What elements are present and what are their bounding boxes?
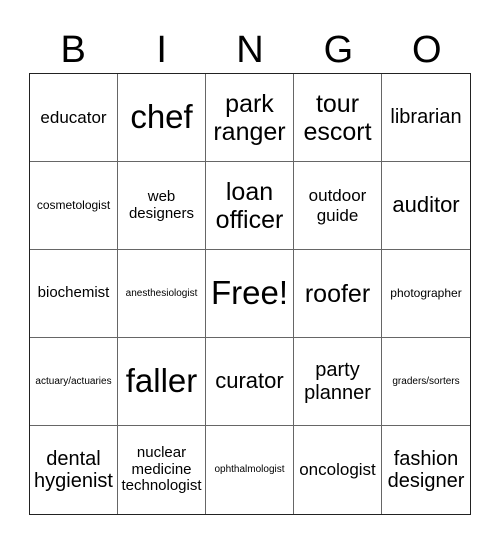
bingo-cell[interactable]: educator — [30, 74, 118, 162]
bingo-cell[interactable]: anesthesiologist — [118, 250, 206, 338]
cell-label: roofer — [304, 279, 371, 308]
cell-label: faller — [125, 362, 198, 400]
bingo-cell[interactable]: fashion designer — [382, 426, 470, 514]
bingo-cell[interactable]: dental hygienist — [30, 426, 118, 514]
bingo-cell[interactable]: faller — [118, 338, 206, 426]
bingo-cell[interactable]: ophthalmologist — [206, 426, 294, 514]
bingo-cell[interactable]: nuclear medicine technologist — [118, 426, 206, 514]
bingo-cell[interactable]: auditor — [382, 162, 470, 250]
free-space-label: Free! — [210, 274, 289, 312]
cell-label: outdoor guide — [308, 186, 367, 225]
cell-label: auditor — [392, 192, 460, 218]
cell-label: fashion designer — [387, 447, 465, 492]
cell-label: nuclear medicine technologist — [121, 443, 202, 495]
cell-label: ophthalmologist — [214, 464, 285, 476]
header-letter-n: N — [236, 29, 264, 71]
cell-label: graders/sorters — [392, 375, 460, 387]
cell-label: oncologist — [299, 460, 376, 480]
cell-label: web designers — [128, 187, 195, 222]
bingo-cell[interactable]: actuary/actuaries — [30, 338, 118, 426]
cell-label: photographer — [390, 285, 462, 300]
bingo-cell[interactable]: party planner — [294, 338, 382, 426]
cell-label: park ranger — [213, 89, 286, 146]
cell-label: anesthesiologist — [125, 287, 198, 299]
cell-label: party planner — [304, 359, 371, 404]
cell-label: educator — [40, 107, 107, 127]
cell-label: cosmetologist — [36, 197, 111, 212]
bingo-cell[interactable]: cosmetologist — [30, 162, 118, 250]
bingo-cell[interactable]: roofer — [294, 250, 382, 338]
cell-label: dental hygienist — [34, 447, 113, 492]
bingo-header: B I N G O — [29, 28, 471, 72]
bingo-cell[interactable]: librarian — [382, 74, 470, 162]
cell-label: actuary/actuaries — [35, 375, 112, 387]
bingo-cell[interactable]: oncologist — [294, 426, 382, 514]
cell-label: curator — [215, 368, 284, 394]
bingo-cell[interactable]: park ranger — [206, 74, 294, 162]
bingo-cell[interactable]: biochemist — [30, 250, 118, 338]
bingo-cell[interactable]: curator — [206, 338, 294, 426]
cell-label: tour escort — [303, 89, 372, 146]
bingo-cell[interactable]: web designers — [118, 162, 206, 250]
free-space-cell[interactable]: Free! — [206, 250, 294, 338]
cell-label: loan officer — [215, 177, 284, 234]
header-letter-i: I — [156, 29, 167, 71]
cell-label: biochemist — [37, 284, 110, 302]
bingo-cell[interactable]: photographer — [382, 250, 470, 338]
bingo-cell[interactable]: outdoor guide — [294, 162, 382, 250]
header-letter-g: G — [323, 29, 354, 71]
cell-label: librarian — [390, 106, 462, 129]
header-letter-o: O — [412, 29, 442, 71]
bingo-cell[interactable]: graders/sorters — [382, 338, 470, 426]
bingo-cell[interactable]: chef — [118, 74, 206, 162]
cell-label: chef — [130, 98, 193, 136]
bingo-cell[interactable]: tour escort — [294, 74, 382, 162]
header-letter-b: B — [60, 29, 86, 71]
bingo-cell[interactable]: loan officer — [206, 162, 294, 250]
bingo-board: educator chef park ranger tour escort li… — [29, 73, 471, 515]
